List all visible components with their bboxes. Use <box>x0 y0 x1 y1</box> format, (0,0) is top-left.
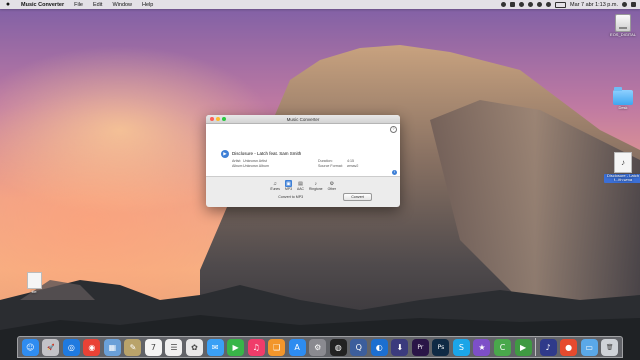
messages-icon[interactable]: ✉ <box>206 338 224 356</box>
calendar-icon[interactable]: 7 <box>144 338 162 356</box>
photoshop-icon[interactable]: Ps <box>432 338 450 356</box>
notes-icon[interactable]: ✎ <box>124 338 142 356</box>
aac-icon: ▤ <box>298 180 303 187</box>
photos-icon[interactable]: ✿ <box>186 338 204 356</box>
source-format-value: wmav2 <box>347 164 359 168</box>
downloader-icon[interactable]: ⬇ <box>391 338 409 356</box>
menu-help[interactable]: Help <box>137 2 158 8</box>
menu-app-name[interactable]: Music Converter <box>16 2 69 8</box>
music-app-icon[interactable]: ♪ <box>539 338 557 356</box>
music-note-icon: ♫ <box>273 180 277 187</box>
desktop-item-label: Disclosure - Latch f...ith.wma <box>604 173 640 183</box>
desktop-item-folder[interactable]: Desk <box>606 87 640 110</box>
desktop-item-label: EOS_DIGITAL <box>610 32 636 37</box>
window-title: Music Converter <box>286 116 320 122</box>
status-app2-icon[interactable] <box>510 2 515 7</box>
format-label: iTunes <box>269 187 280 191</box>
desktop-item-document[interactable]: file <box>17 272 51 294</box>
music-file-icon: ♪ <box>614 152 632 173</box>
finder-icon[interactable]: ☺ <box>21 338 39 356</box>
desktop-item-label: file <box>31 289 37 294</box>
gear-icon: ⚙ <box>329 180 335 187</box>
camtasia-icon[interactable]: ▶ <box>514 338 532 356</box>
battery-icon[interactable] <box>555 1 566 8</box>
format-selector: ♫ iTunes ▣ MP3 ▤ AAC ♪ Ringtone ⚙ Other <box>206 177 400 191</box>
desktop-item-label: Desk <box>618 105 628 110</box>
help-icon[interactable]: ? <box>390 126 397 133</box>
mp3-icon: ▣ <box>285 180 292 187</box>
bell-icon: ♪ <box>314 180 318 187</box>
bluetooth-icon[interactable] <box>528 2 533 7</box>
album-value: Unknown Album <box>243 164 269 168</box>
format-label: MP3 <box>285 187 292 191</box>
ibooks-icon[interactable]: ❑ <box>268 338 286 356</box>
dock-separator <box>535 338 537 356</box>
notification-center-icon[interactable] <box>631 2 636 7</box>
info-icon[interactable]: i <box>392 170 397 175</box>
camera-icon[interactable]: ◍ <box>329 338 347 356</box>
menu-window[interactable]: Window <box>107 2 137 8</box>
drive-icon <box>615 14 631 32</box>
apple-menu-icon[interactable]: ● <box>0 1 16 8</box>
format-ringtone[interactable]: ♪ Ringtone <box>309 180 323 192</box>
spotlight-icon[interactable] <box>622 2 627 7</box>
system-prefs-icon[interactable]: ⚙ <box>309 338 327 356</box>
timemachine-icon[interactable] <box>519 2 524 7</box>
desktop-item-music-file[interactable]: ♪ Disclosure - Latch f...ith.wma <box>604 152 640 183</box>
launchpad-icon[interactable]: 🚀 <box>42 338 60 356</box>
itunes-icon[interactable]: ♫ <box>247 338 265 356</box>
menu-file[interactable]: File <box>69 2 88 8</box>
menu-edit[interactable]: Edit <box>88 2 107 8</box>
status-area: Mar 7 abr 1:13 p.m. <box>501 1 640 8</box>
menu-bar: ● Music Converter File Edit Window Help … <box>0 0 640 9</box>
format-other[interactable]: ⚙ Other <box>327 180 337 192</box>
wifi-icon[interactable] <box>537 2 542 7</box>
document-icon <box>26 272 42 289</box>
artist-value: Unknown Artist <box>243 159 267 163</box>
track-meta-left: Artist: Unknown Artist Album: Unknown Al… <box>232 159 269 169</box>
status-app-icon[interactable] <box>501 2 506 7</box>
album-label: Album: <box>232 164 244 168</box>
folder-stack-icon[interactable]: ▭ <box>580 338 598 356</box>
format-label: Other <box>327 187 337 191</box>
preview-icon[interactable]: ▦ <box>103 338 121 356</box>
music-converter-window: Music Converter ? ▶ Disclosure - Latch f… <box>206 115 400 207</box>
volume-icon[interactable] <box>546 2 551 7</box>
quicktime-icon[interactable]: Q <box>350 338 368 356</box>
track-meta-right: Duration: 4:15 Source Format: wmav2 <box>318 159 358 169</box>
safari-icon[interactable]: ◎ <box>62 338 80 356</box>
menu-clock[interactable]: Mar 7 abr 1:13 p.m. <box>570 2 618 8</box>
track-title: Disclosure - Latch feat. Sam Smith <box>232 151 302 156</box>
browser-icon[interactable]: ◐ <box>370 338 388 356</box>
duration-value: 4:15 <box>347 159 354 163</box>
folder-icon <box>613 87 633 105</box>
skype-icon[interactable]: S <box>452 338 470 356</box>
track-panel: ? ▶ Disclosure - Latch feat. Sam Smith A… <box>206 124 400 177</box>
dock: ☺ 🚀 ◎ ◉ ▦ ✎ 7 ☰ ✿ ✉ ▶ ♫ ❑ A ⚙ ◍ Q ◐ ⬇ Pr Ps S ★ C ▶ ♪ ● ▭ 🗑 <box>17 336 623 358</box>
convert-target-label: Convert to MP3 <box>278 195 304 199</box>
star-app-icon[interactable]: ★ <box>473 338 491 356</box>
format-label: AAC <box>297 187 304 191</box>
misc-app-icon[interactable]: ● <box>560 338 578 356</box>
desktop-item-drive[interactable]: EOS_DIGITAL <box>606 14 640 37</box>
convert-bar: Convert to MP3 Convert <box>206 193 400 201</box>
c-app-icon[interactable]: C <box>493 338 511 356</box>
reminders-icon[interactable]: ☰ <box>165 338 183 356</box>
format-label: Ringtone <box>309 187 323 191</box>
format-mp3[interactable]: ▣ MP3 <box>285 180 292 191</box>
premiere-icon[interactable]: Pr <box>411 338 429 356</box>
window-titlebar[interactable]: Music Converter <box>206 115 400 124</box>
trash-icon[interactable]: 🗑 <box>601 338 619 356</box>
app-store-icon[interactable]: A <box>288 338 306 356</box>
format-itunes[interactable]: ♫ iTunes <box>269 180 280 192</box>
facetime-icon[interactable]: ▶ <box>227 338 245 356</box>
format-aac[interactable]: ▤ AAC <box>297 180 304 192</box>
convert-button[interactable]: Convert <box>343 193 372 201</box>
chrome-icon[interactable]: ◉ <box>83 338 101 356</box>
source-format-label: Source Format: <box>318 164 343 168</box>
play-button[interactable]: ▶ <box>221 150 229 158</box>
